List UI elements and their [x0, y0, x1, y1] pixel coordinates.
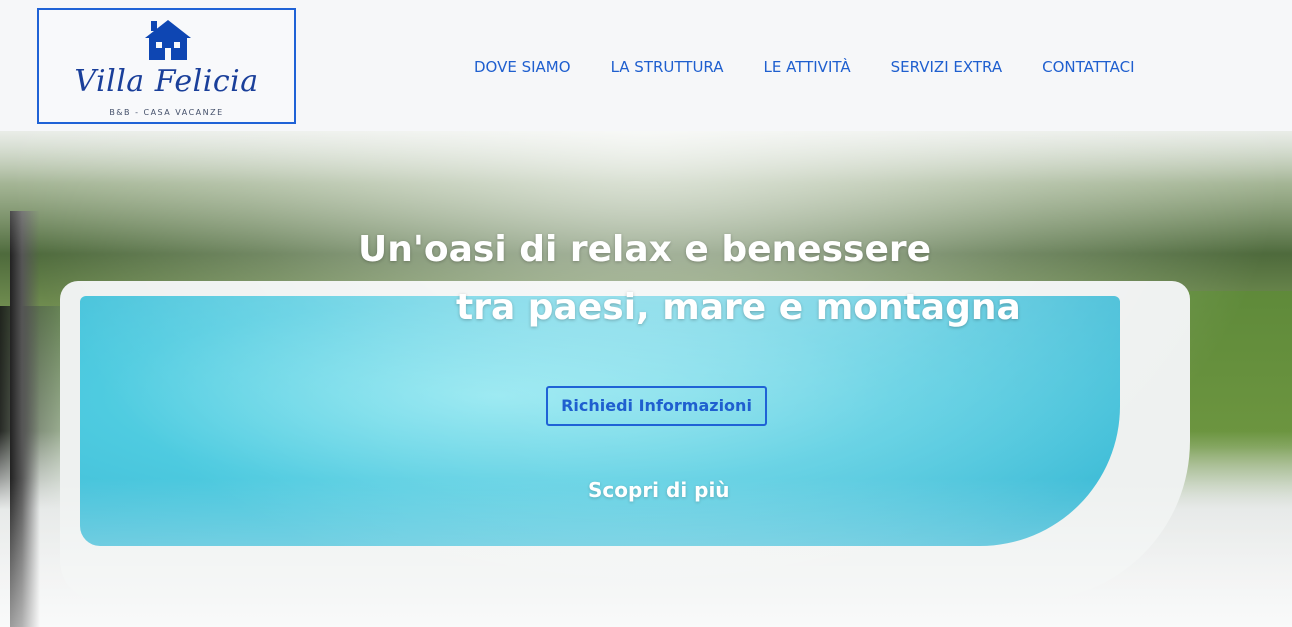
house-icon: [145, 20, 191, 60]
nav-item-servizi-extra[interactable]: SERVIZI EXTRA: [871, 56, 1022, 78]
nav-item-le-attivita[interactable]: LE ATTIVITÀ: [744, 56, 871, 78]
site-header: Villa Felicia B&B - CASA VACANZE DOVE SI…: [0, 0, 1292, 131]
nav-item-la-struttura[interactable]: LA STRUTTURA: [591, 56, 744, 78]
brand-tagline: B&B - CASA VACANZE: [109, 108, 224, 117]
hero-overlay: [0, 131, 1292, 627]
hero-headline-line2: tra paesi, mare e montagna: [456, 287, 1021, 328]
request-info-button[interactable]: Richiedi Informazioni: [546, 386, 767, 426]
discover-more-link[interactable]: Scopri di più: [588, 478, 730, 502]
brand-name: Villa Felicia: [74, 64, 259, 99]
hero-section: [0, 131, 1292, 627]
nav-item-dove-siamo[interactable]: DOVE SIAMO: [454, 56, 591, 78]
nav-item-contattaci[interactable]: CONTATTACI: [1022, 56, 1154, 78]
hero-headline-line1: Un'oasi di relax e benessere: [358, 229, 932, 270]
main-nav: DOVE SIAMO LA STRUTTURA LE ATTIVITÀ SERV…: [454, 56, 1155, 78]
brand-logo[interactable]: Villa Felicia B&B - CASA VACANZE: [37, 8, 296, 124]
